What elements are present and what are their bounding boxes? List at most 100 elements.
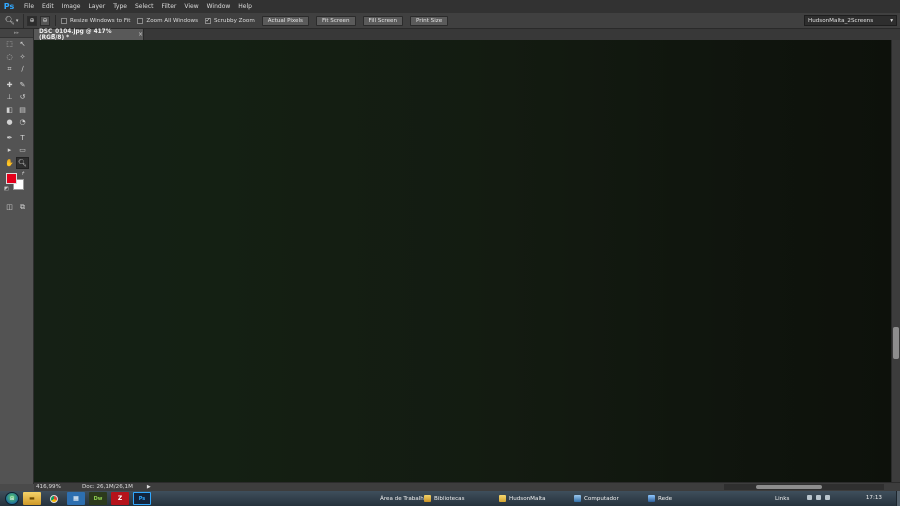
tray-volume-icon[interactable]	[825, 495, 830, 500]
color-swatches: ↱ ◩	[0, 171, 33, 201]
workspace-label: HudsonMalta_2Screens	[808, 17, 874, 24]
taskbar-libraries-toolbar[interactable]: Bibliotecas	[424, 492, 465, 505]
checkbox-box[interactable]	[137, 17, 144, 24]
swap-colors-icon[interactable]: ↱	[21, 171, 25, 177]
taskbar-computer-toolbar[interactable]: Computador	[574, 492, 619, 505]
menu-edit[interactable]: Edit	[38, 0, 58, 13]
close-icon[interactable]: ×	[138, 32, 143, 38]
zoom-out-button[interactable]: ⊖	[40, 15, 50, 26]
vertical-scrollbar[interactable]	[891, 40, 900, 482]
filezilla-icon[interactable]: Z	[111, 492, 129, 505]
tray-network-icon[interactable]	[816, 495, 821, 500]
computer-icon	[574, 495, 581, 502]
file-manager-icon[interactable]: ▦	[67, 492, 85, 505]
type-tool-icon[interactable]: T	[16, 132, 29, 144]
checkbox-box[interactable]	[61, 17, 67, 24]
status-menu-arrow-icon[interactable]: ▶	[147, 484, 151, 490]
zoom-out-icon: ⊖	[42, 17, 48, 24]
taskbar-item-label: HudsonMalta	[509, 495, 546, 502]
menu-filter[interactable]: Filter	[158, 0, 181, 13]
show-desktop-button[interactable]	[896, 491, 900, 506]
foreground-color-swatch[interactable]	[6, 173, 17, 184]
pen-tool-icon[interactable]: ✒	[3, 132, 16, 144]
zoom-in-button[interactable]: ⊕	[27, 15, 37, 26]
scrubby-zoom-checkbox[interactable]: ✓ Scrubby Zoom	[205, 17, 255, 24]
tools-panel: ▸▸ ⬚ ↖ ◌ ✧ ⌗ ∕ ✚ ✎ ⊥ ↺ ◧ ▤ ● ◔ ✒ T ▸ ▭ ✋ 🔍︎ ↱ ◩ ◫ ⧉	[0, 29, 34, 484]
brush-tool-icon[interactable]: ✎	[16, 79, 29, 91]
magic-wand-tool-icon[interactable]: ✧	[16, 51, 29, 63]
default-colors-icon[interactable]: ◩	[4, 186, 9, 192]
explorer-icon[interactable]: ▬	[23, 492, 41, 505]
horizontal-scrollbar[interactable]	[724, 484, 884, 490]
menu-select[interactable]: Select	[131, 0, 158, 13]
horizontal-scroll-thumb[interactable]	[756, 485, 822, 489]
lasso-tool-icon[interactable]: ◌	[3, 51, 16, 63]
photoshop-window: Ps File Edit Image Layer Type Select Fil…	[0, 0, 900, 506]
taskbar-clock[interactable]: 17:13	[866, 495, 882, 501]
taskbar-hudsonmalta-toolbar[interactable]: HudsonMalta	[499, 492, 546, 505]
dodge-tool-icon[interactable]: ◔	[16, 116, 29, 128]
document-tab-bar: DSC_0104.jpg @ 417% (RGB/8) * ×	[34, 29, 900, 41]
marquee-tool-icon[interactable]: ⬚	[3, 38, 16, 50]
tool-preset-picker[interactable]: 🔍︎ ▾	[0, 13, 24, 28]
chrome-icon[interactable]	[45, 492, 63, 505]
taskbar-links-toolbar[interactable]: Links	[775, 492, 789, 505]
zoom-tool-icon[interactable]: 🔍︎	[16, 156, 29, 169]
taskbar-network-toolbar[interactable]: Rede	[648, 492, 672, 505]
system-tray	[807, 495, 830, 500]
resize-windows-checkbox[interactable]: Resize Windows to Fit	[61, 17, 131, 24]
workspace-switcher[interactable]: HudsonMalta_2Screens ▾	[804, 15, 897, 26]
photoshop-taskbar-icon[interactable]: Ps	[133, 492, 151, 505]
zoom-all-windows-checkbox[interactable]: Zoom All Windows	[137, 17, 198, 24]
quick-mask-icon[interactable]: ◫	[3, 201, 16, 213]
taskbar-item-label: Computador	[584, 495, 619, 502]
screen-mode-icon[interactable]: ⧉	[16, 201, 29, 213]
library-icon	[424, 495, 431, 502]
fill-screen-button[interactable]: Fill Screen	[362, 15, 404, 26]
checkbox-label: Scrubby Zoom	[214, 17, 255, 24]
menu-help[interactable]: Help	[234, 0, 256, 13]
eraser-tool-icon[interactable]: ◧	[3, 104, 16, 116]
print-size-button[interactable]: Print Size	[410, 15, 449, 26]
checkbox-label: Resize Windows to Fit	[70, 17, 131, 24]
taskbar-desktop-toolbar[interactable]: Área de Trabalho	[380, 492, 427, 505]
path-selection-tool-icon[interactable]: ▸	[3, 144, 16, 156]
menu-layer[interactable]: Layer	[84, 0, 109, 13]
crop-tool-icon[interactable]: ⌗	[3, 63, 16, 75]
taskbar-item-label: Rede	[658, 495, 673, 502]
vertical-scroll-thumb[interactable]	[893, 327, 899, 359]
gradient-tool-icon[interactable]: ▤	[16, 104, 29, 116]
hand-tool-icon[interactable]: ✋	[3, 157, 16, 169]
divider	[55, 15, 56, 26]
taskbar-item-label: Área de Trabalho	[380, 495, 428, 502]
start-button-icon[interactable]: ⊞	[5, 492, 19, 505]
clone-stamp-tool-icon[interactable]: ⊥	[3, 91, 16, 103]
healing-brush-tool-icon[interactable]: ✚	[3, 79, 16, 91]
panel-grip[interactable]: ▸▸	[0, 29, 33, 38]
options-bar: 🔍︎ ▾ ⊕ ⊖ Resize Windows to Fit Zoom All W…	[0, 13, 900, 29]
shape-tool-icon[interactable]: ▭	[16, 144, 29, 156]
menu-window[interactable]: Window	[203, 0, 235, 13]
taskbar-item-label: Bibliotecas	[434, 495, 465, 502]
menu-image[interactable]: Image	[58, 0, 85, 13]
image-canvas[interactable]	[34, 40, 891, 482]
fit-screen-button[interactable]: Fit Screen	[315, 15, 356, 26]
dreamweaver-icon[interactable]: Dw	[89, 492, 107, 505]
status-bar: 416,99% Doc: 26,1M/26,1M ▶	[34, 482, 900, 491]
document-tab[interactable]: DSC_0104.jpg @ 417% (RGB/8) * ×	[34, 29, 144, 41]
chevron-down-icon: ▾	[890, 17, 893, 24]
zoom-level-field[interactable]: 416,99%	[34, 484, 61, 490]
menu-view[interactable]: View	[180, 0, 202, 13]
menu-type[interactable]: Type	[109, 0, 131, 13]
actual-pixels-button[interactable]: Actual Pixels	[261, 15, 309, 26]
menu-file[interactable]: File	[20, 0, 38, 13]
blur-tool-icon[interactable]: ●	[3, 116, 16, 128]
history-brush-tool-icon[interactable]: ↺	[16, 91, 29, 103]
eyedropper-tool-icon[interactable]: ∕	[16, 63, 29, 75]
folder-icon	[499, 495, 506, 502]
checkbox-box[interactable]: ✓	[205, 17, 211, 24]
move-tool-icon[interactable]: ↖	[16, 38, 29, 50]
tray-chevron-icon[interactable]	[807, 495, 812, 500]
zoom-in-icon: ⊕	[29, 17, 35, 24]
network-icon	[648, 495, 655, 502]
